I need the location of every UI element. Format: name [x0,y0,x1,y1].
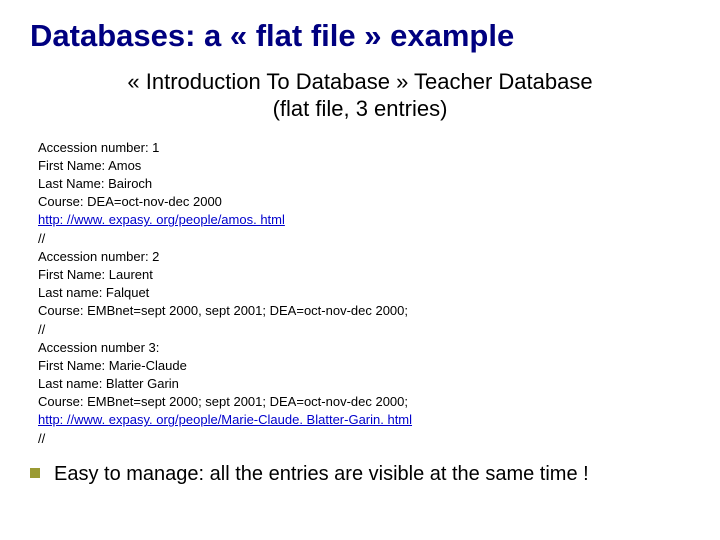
record-url-link[interactable]: http: //www. expasy. org/people/amos. ht… [38,212,285,227]
flat-file-records: Accession number: 1 First Name: Amos Las… [38,139,690,448]
record-separator: // [38,230,690,248]
record-line: Last name: Falquet [38,284,690,302]
record-line: http: //www. expasy. org/people/amos. ht… [38,211,690,229]
record-line: Accession number 3: [38,339,690,357]
bullet-item: Easy to manage: all the entries are visi… [30,462,690,486]
record-line: First Name: Laurent [38,266,690,284]
record-line: First Name: Marie-Claude [38,357,690,375]
slide-subtitle: « Introduction To Database » Teacher Dat… [50,68,670,123]
subtitle-line-1: « Introduction To Database » Teacher Dat… [127,69,592,94]
record-line: Course: EMBnet=sept 2000; sept 2001; DEA… [38,393,690,411]
record-separator: // [38,430,690,448]
record-separator: // [38,321,690,339]
record-line: http: //www. expasy. org/people/Marie-Cl… [38,411,690,429]
slide: Databases: a « flat file » example « Int… [0,0,720,540]
record-line: Accession number: 1 [38,139,690,157]
record-line: Course: DEA=oct-nov-dec 2000 [38,193,690,211]
record-line: Last name: Blatter Garin [38,375,690,393]
bullet-icon [30,468,40,478]
record-line: First Name: Amos [38,157,690,175]
record-line: Accession number: 2 [38,248,690,266]
record-line: Last Name: Bairoch [38,175,690,193]
slide-title: Databases: a « flat file » example [30,18,690,54]
bullet-text: Easy to manage: all the entries are visi… [54,462,589,486]
record-line: Course: EMBnet=sept 2000, sept 2001; DEA… [38,302,690,320]
subtitle-line-2: (flat file, 3 entries) [273,96,448,121]
record-url-link[interactable]: http: //www. expasy. org/people/Marie-Cl… [38,412,412,427]
